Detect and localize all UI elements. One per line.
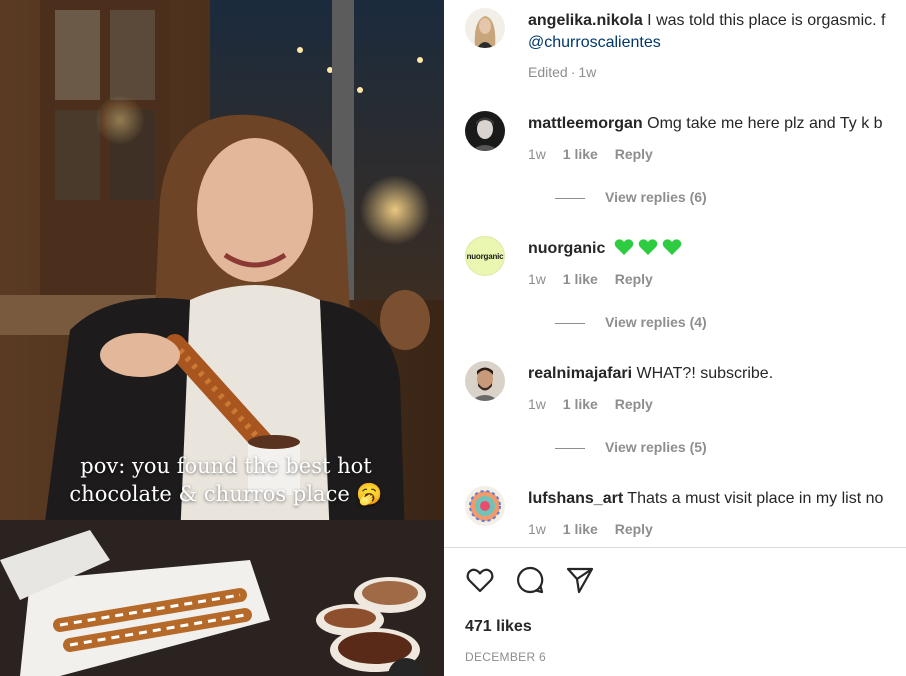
commenter-username[interactable]: nuorganic: [528, 240, 605, 257]
view-replies-button[interactable]: View replies (6): [555, 189, 707, 205]
reply-button[interactable]: Reply: [615, 521, 653, 537]
view-replies-label: View replies (5): [605, 439, 707, 455]
commenter-username[interactable]: lufshans_art: [528, 490, 623, 507]
author-username[interactable]: angelika.nikola: [528, 12, 643, 29]
replies-divider-line: [555, 447, 585, 449]
caption-text: I was told this place is orgasmic. f: [647, 12, 886, 29]
comment-time[interactable]: 1w: [528, 396, 546, 412]
comment-bubble-icon[interactable]: [515, 565, 545, 595]
comments-panel: angelika.nikola I was told this place is…: [444, 0, 906, 676]
replies-divider-line: [555, 197, 585, 199]
view-replies-label: View replies (4): [605, 314, 707, 330]
commenter-avatar[interactable]: [465, 361, 505, 401]
comments-list[interactable]: angelika.nikola I was told this place is…: [444, 0, 906, 547]
comment-likes[interactable]: 1 like: [563, 146, 598, 162]
comment-meta: 1w 1 like Reply: [528, 271, 666, 287]
like-heart-icon[interactable]: [465, 565, 495, 595]
comment-likes[interactable]: 1 like: [563, 271, 598, 287]
green-heart-icon: [638, 238, 658, 263]
comment-text: WHAT?! subscribe.: [636, 365, 774, 382]
caption-mention[interactable]: @churroscalientes: [528, 34, 661, 51]
post-date[interactable]: DECEMBER 6: [465, 650, 546, 664]
caption-meta: Edited · 1w: [528, 64, 609, 80]
commenter-avatar[interactable]: [465, 111, 505, 151]
comment-meta: 1w 1 like Reply: [528, 521, 666, 537]
commenter-username[interactable]: realnimajafari: [528, 365, 632, 382]
comment-likes[interactable]: 1 like: [563, 521, 598, 537]
green-heart-icon: [662, 238, 682, 263]
comment-time[interactable]: 1w: [528, 271, 546, 287]
commenter-username[interactable]: mattleemorgan: [528, 115, 643, 132]
commenter-avatar[interactable]: [465, 486, 505, 526]
reply-button[interactable]: Reply: [615, 396, 653, 412]
comment-meta: 1w 1 like Reply: [528, 396, 666, 412]
comment-time[interactable]: 1w: [528, 521, 546, 537]
comment-likes[interactable]: 1 like: [563, 396, 598, 412]
actions-divider: [444, 547, 906, 548]
meta-dot: ·: [570, 64, 576, 80]
replies-divider-line: [555, 322, 585, 324]
post-photo: [0, 0, 444, 676]
comment-meta: 1w 1 like Reply: [528, 146, 666, 162]
avatar-man-dark-icon: [465, 111, 505, 151]
share-paper-plane-icon[interactable]: [565, 565, 595, 595]
avatar-man-beard-icon: [465, 361, 505, 401]
comment-text: Omg take me here plz and Ty k b: [647, 115, 883, 132]
view-replies-label: View replies (6): [605, 189, 707, 205]
caption-time[interactable]: 1w: [578, 64, 596, 80]
green-heart-icon: [614, 238, 634, 263]
comment-text: Thats a must visit place in my list no: [627, 490, 884, 507]
video-overlay-text: pov: you found the best hot chocolate & …: [69, 454, 383, 506]
edited-label: Edited: [528, 64, 568, 80]
avatar-art-icon: [465, 486, 505, 526]
reply-button[interactable]: Reply: [615, 146, 653, 162]
avatar-logo-text: nuorganic: [466, 252, 504, 261]
view-replies-button[interactable]: View replies (5): [555, 439, 707, 455]
avatar-woman-icon: [465, 8, 505, 48]
reply-button[interactable]: Reply: [615, 271, 653, 287]
post-media[interactable]: pov: you found the best hot chocolate & …: [0, 0, 444, 676]
likes-count[interactable]: 471 likes: [465, 618, 532, 636]
view-replies-button[interactable]: View replies (4): [555, 314, 707, 330]
author-avatar[interactable]: [465, 8, 505, 48]
commenter-avatar[interactable]: nuorganic: [465, 236, 505, 276]
comment-time[interactable]: 1w: [528, 146, 546, 162]
